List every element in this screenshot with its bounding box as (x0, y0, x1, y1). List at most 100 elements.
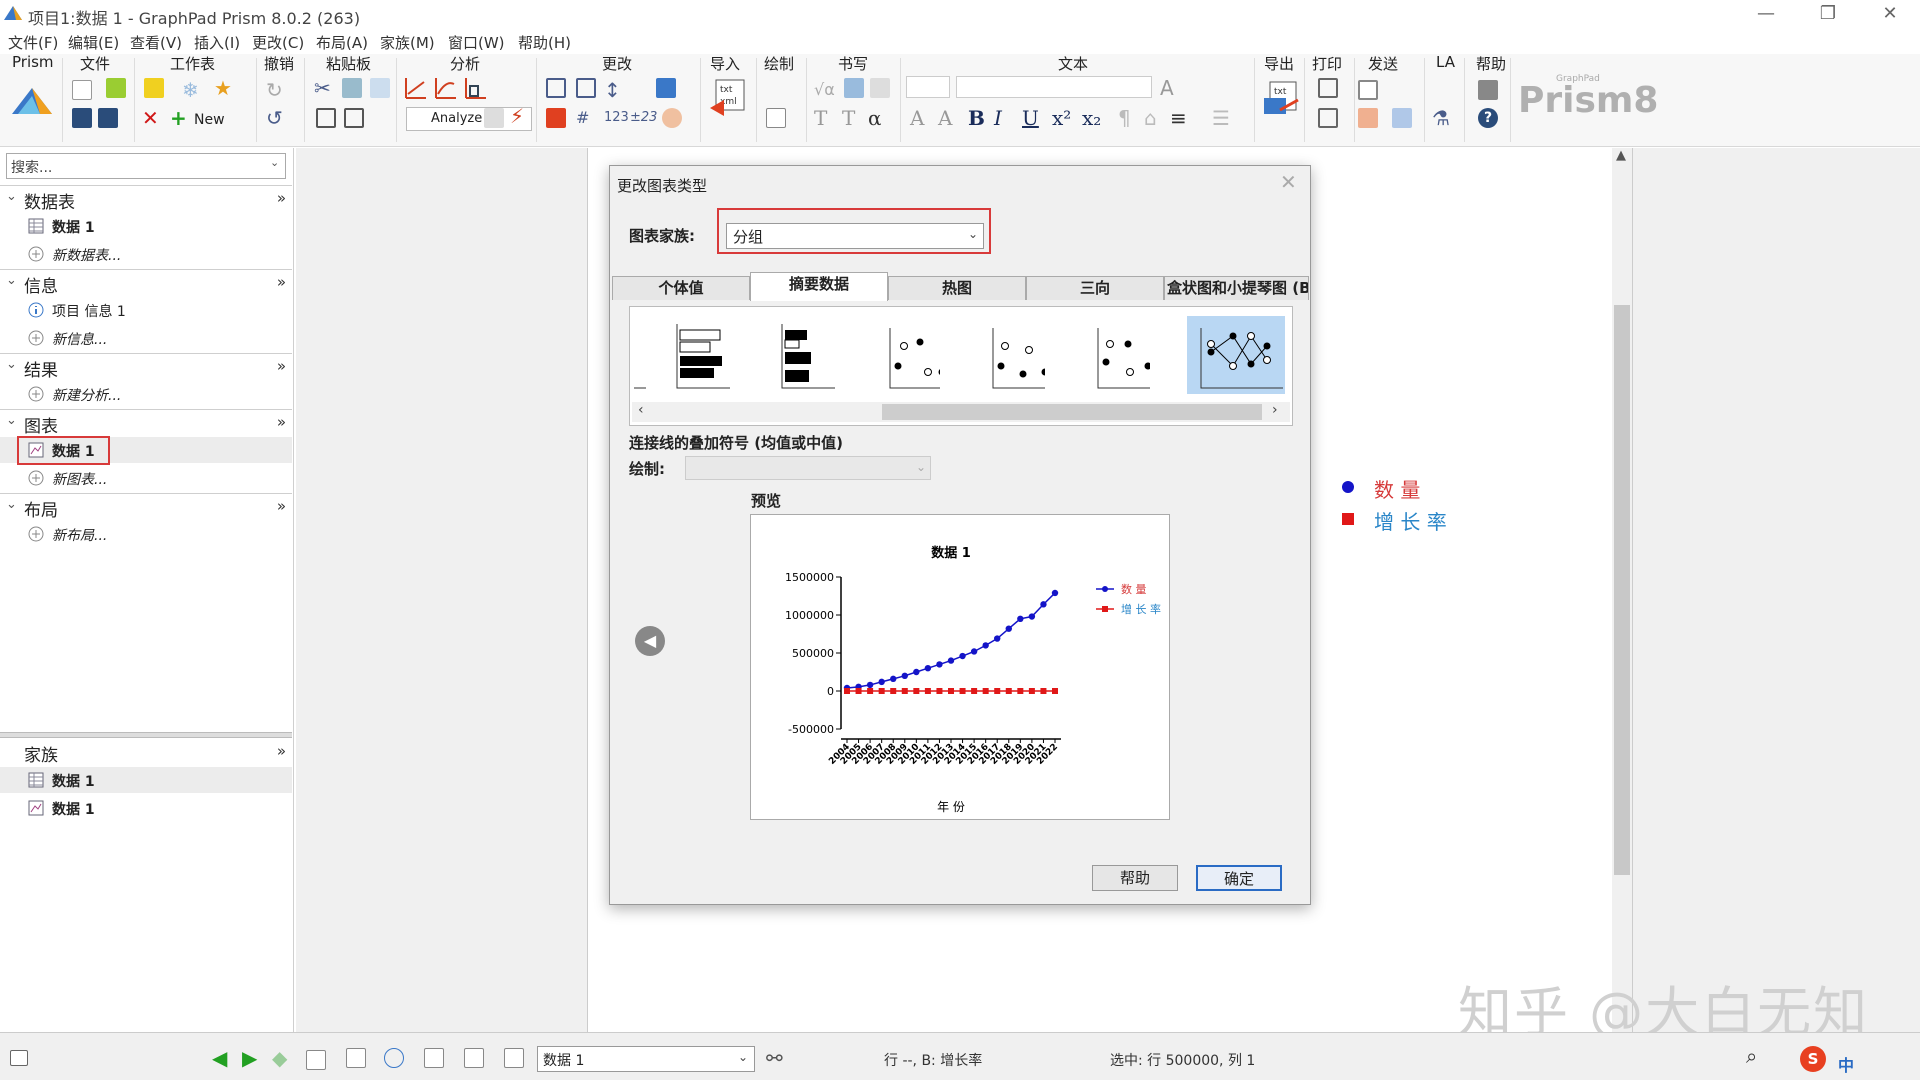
family-item-table[interactable]: 数据 1 (0, 767, 292, 793)
more-icon[interactable]: » (277, 413, 286, 431)
data-table-icon[interactable] (346, 1048, 366, 1068)
vertical-scroll-thumb[interactable] (1614, 305, 1630, 875)
nav-item-data-table[interactable]: 数据 1 (0, 213, 292, 239)
scroll-up-icon[interactable]: ▲ (1616, 148, 1626, 163)
scroll-left-icon[interactable]: ‹ (638, 402, 644, 418)
table-format-icon[interactable] (546, 108, 566, 128)
help-button[interactable]: 帮助 (1092, 865, 1178, 891)
grow-font-icon[interactable]: A (910, 106, 924, 130)
powerpoint-icon[interactable] (1358, 108, 1378, 128)
menu-view[interactable]: 查看(V) (130, 32, 182, 53)
more-icon[interactable]: » (277, 357, 286, 375)
new-plus-icon[interactable]: + (170, 106, 187, 130)
thumb-bar-horizontal-icon[interactable] (632, 316, 730, 394)
new-button[interactable]: New (194, 112, 225, 128)
change-axes-icon[interactable] (546, 78, 566, 98)
change-format-icon[interactable] (576, 78, 596, 98)
table-view-icon[interactable] (306, 1050, 326, 1070)
import-txt-icon[interactable]: txtxml (710, 78, 750, 118)
more-icon[interactable]: » (277, 273, 286, 291)
search-dropdown-icon[interactable]: ⌄ (270, 156, 279, 169)
next-sheet-icon[interactable]: ▶ (242, 1046, 257, 1070)
more-icon[interactable]: » (277, 742, 286, 760)
formula-icon[interactable]: √α (814, 78, 835, 102)
section-layouts[interactable]: ⌄ 布局» (0, 493, 292, 521)
tab-summary-data[interactable]: 摘要数据 (750, 272, 888, 301)
nav-item-new-layout[interactable]: 新布局... (0, 521, 292, 547)
layout-view-icon[interactable] (504, 1048, 524, 1068)
results-view-icon[interactable] (424, 1048, 444, 1068)
bold-icon[interactable]: B (968, 106, 985, 130)
menu-family[interactable]: 家族(M) (380, 32, 435, 53)
export-icon[interactable]: txt (1262, 80, 1300, 118)
menu-file[interactable]: 文件(F) (8, 32, 58, 53)
align-icon[interactable]: ≡ (1170, 106, 1187, 130)
link-icon[interactable] (870, 78, 890, 98)
print-icon[interactable] (1318, 78, 1338, 98)
zoom-icon[interactable]: ⌕ (1746, 1044, 1757, 1068)
section-graphs[interactable]: ⌄ 图表» (0, 409, 292, 437)
ok-button[interactable]: 确定 (1196, 865, 1282, 891)
family-item-graph[interactable]: 数据 1 (0, 795, 292, 821)
plot-select[interactable] (685, 456, 931, 480)
tab-heatmap[interactable]: 热图 (888, 276, 1026, 300)
help-book-icon[interactable] (1478, 80, 1498, 100)
save-as-icon[interactable] (98, 108, 118, 128)
nav-item-new-analysis[interactable]: 新建分析... (0, 381, 292, 407)
thumb-connected-line-icon[interactable] (1187, 316, 1285, 394)
copy-format-icon[interactable] (370, 78, 390, 98)
paste-icon[interactable] (316, 108, 336, 128)
number-format-icon[interactable]: # (576, 106, 589, 130)
redo-icon[interactable]: ↻ (266, 78, 283, 102)
snowflake-icon[interactable]: ❄ (182, 78, 199, 102)
new-file-icon[interactable] (72, 80, 92, 100)
nav-item-new-info[interactable]: 新信息... (0, 325, 292, 351)
draw-shape-icon[interactable] (766, 108, 786, 128)
line-spacing-icon[interactable]: ☰ (1212, 106, 1230, 130)
wand-icon[interactable]: ★ (214, 76, 232, 100)
alpha-icon[interactable]: α (868, 106, 882, 130)
word-send-icon[interactable] (1392, 108, 1412, 128)
minimize-button[interactable]: — (1738, 0, 1794, 28)
print-preview-icon[interactable] (1318, 108, 1338, 128)
color-scheme-icon[interactable] (662, 108, 682, 128)
ime-logo-icon[interactable]: S (1800, 1046, 1826, 1072)
gallery-scroll-thumb[interactable] (882, 404, 1262, 420)
help-question-icon[interactable]: ? (1478, 108, 1498, 128)
text-t-icon[interactable]: T (814, 106, 827, 130)
superscript-icon[interactable]: x² (1052, 106, 1071, 130)
sort-icon[interactable]: ↕ (604, 78, 621, 102)
search-input[interactable]: 搜索... (6, 153, 286, 179)
symbol-icon[interactable]: ¶ (1118, 106, 1131, 130)
thumb-scatter-icon[interactable] (842, 316, 940, 394)
save-icon[interactable] (72, 108, 92, 128)
word-icon[interactable] (844, 78, 864, 98)
thumb-scatter3-icon[interactable] (1052, 316, 1150, 394)
text-t2-icon[interactable]: T (842, 106, 855, 130)
tab-three-way[interactable]: 三向 (1026, 276, 1164, 300)
font-color-icon[interactable]: A (1160, 76, 1174, 100)
font-size-select[interactable] (906, 76, 950, 98)
graph-view-icon[interactable] (464, 1048, 484, 1068)
font-family-select[interactable] (956, 76, 1152, 98)
magic-wand-icon[interactable]: ⚡ (510, 104, 524, 128)
thumb-scatter2-icon[interactable] (947, 316, 1045, 394)
more-icon[interactable]: » (277, 497, 286, 515)
link-chain-icon[interactable]: ⚯ (766, 1046, 783, 1070)
thumb-bar-grouped-icon[interactable] (737, 316, 835, 394)
decimal-italic-icon[interactable]: ±23 (630, 106, 657, 130)
undo-icon[interactable]: ↺ (266, 106, 283, 130)
restore-button[interactable]: ❐ (1800, 0, 1856, 28)
nav-item-new-data-table[interactable]: 新数据表... (0, 241, 292, 267)
shrink-font-icon[interactable]: A (938, 106, 952, 130)
copy-icon[interactable] (342, 78, 362, 98)
cut-icon[interactable]: ✂ (314, 76, 331, 100)
info-view-icon[interactable] (384, 1048, 404, 1068)
menu-window[interactable]: 窗口(W) (448, 32, 505, 53)
menu-layout[interactable]: 布局(A) (316, 32, 368, 53)
chevron-down-icon[interactable]: ⌄ (738, 1050, 748, 1064)
tab-individual-values[interactable]: 个体值 (612, 276, 750, 300)
tab-box-violin[interactable]: 盒状图和小提琴图 (B (1164, 276, 1309, 300)
section-data-tables[interactable]: ⌄ 数据表» (0, 185, 292, 213)
toggle-navigator-icon[interactable] (10, 1050, 28, 1066)
